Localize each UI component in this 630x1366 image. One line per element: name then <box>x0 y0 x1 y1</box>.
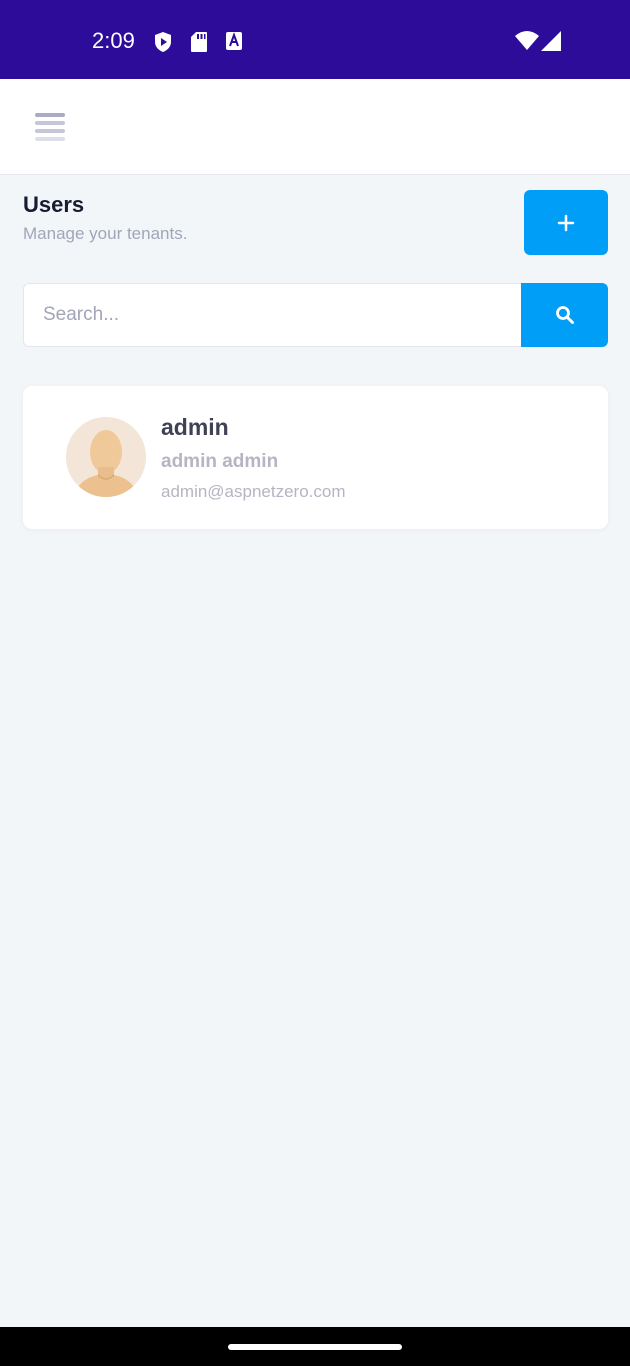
search-input[interactable] <box>23 283 522 347</box>
default-avatar-icon <box>66 417 146 497</box>
page-subtitle: Manage your tenants. <box>23 224 188 243</box>
user-email: admin@aspnetzero.com <box>161 482 346 501</box>
search-bar <box>23 283 608 347</box>
search-icon <box>555 306 574 324</box>
page-header: Users Manage your tenants. <box>23 192 187 244</box>
home-gesture-handle[interactable] <box>228 1344 402 1350</box>
font-a-icon <box>225 31 243 56</box>
search-button[interactable] <box>521 283 608 347</box>
hamburger-menu-icon[interactable] <box>35 113 65 141</box>
sd-card-icon <box>190 31 208 58</box>
plus-icon <box>557 214 575 231</box>
wifi-icon <box>514 30 540 57</box>
add-user-button[interactable] <box>524 190 608 255</box>
user-username: admin <box>161 414 229 440</box>
shield-play-icon <box>153 31 173 58</box>
signal-icon <box>541 31 561 56</box>
page-title: Users <box>23 192 85 217</box>
user-list-item[interactable]: admin admin admin admin@aspnetzero.com <box>23 386 608 529</box>
user-full-name: admin admin <box>161 451 279 472</box>
system-navigation-bar <box>0 1327 630 1366</box>
status-bar: 2:09 <box>0 0 630 79</box>
top-app-bar <box>0 79 630 175</box>
status-time: 2:09 <box>92 28 135 53</box>
